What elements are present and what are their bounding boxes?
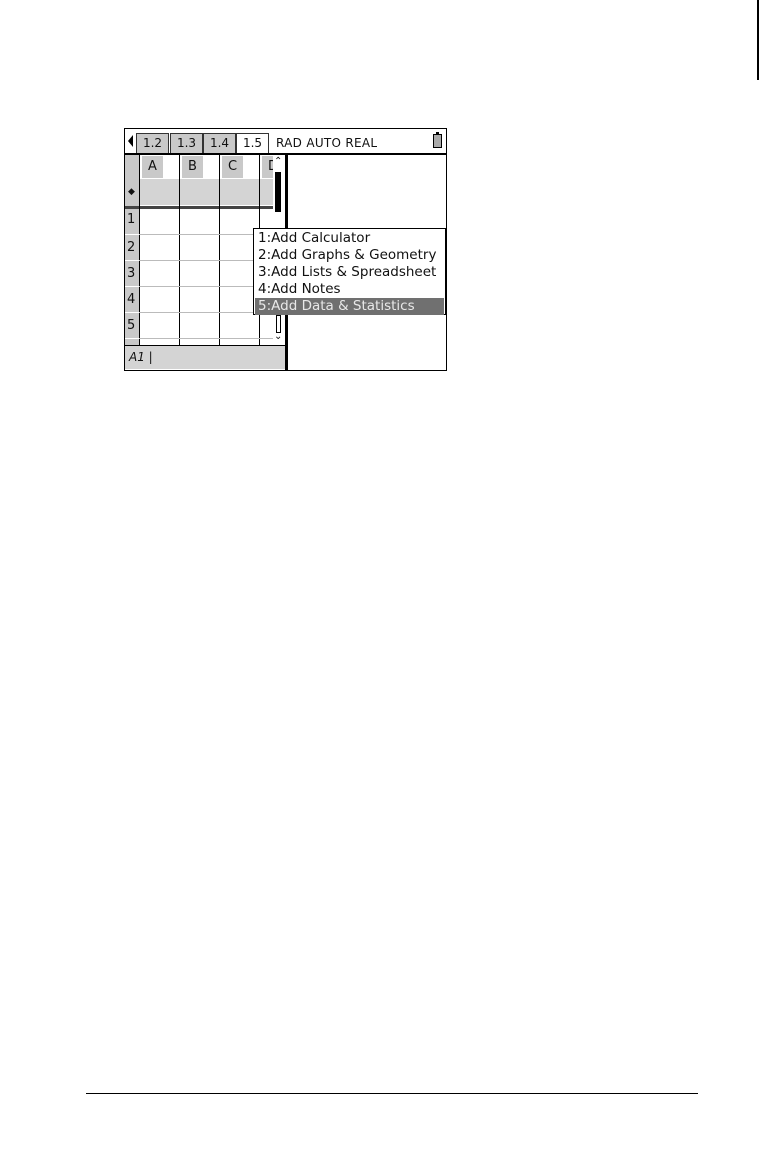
spreadsheet-grid: ◆ 1 2 3 4 5 A B C D: [125, 155, 273, 345]
menu-item-add-graphs-geometry[interactable]: 2:Add Graphs & Geometry: [255, 247, 444, 264]
column-header-d[interactable]: D: [262, 156, 273, 178]
menu-item-add-data-statistics[interactable]: 5:Add Data & Statistics: [255, 298, 444, 315]
cell-entry-line[interactable]: A1 |: [125, 345, 286, 369]
grid-line: [139, 155, 140, 345]
menu-item-add-notes[interactable]: 4:Add Notes: [255, 281, 444, 298]
column-header-a[interactable]: A: [142, 156, 163, 178]
tab-bar: 1.2 1.3 1.4 1.5 RAD AUTO REAL: [125, 129, 446, 153]
column-label-b: B: [182, 156, 203, 178]
row-header-5[interactable]: 5: [125, 313, 139, 338]
row-header-3[interactable]: 3: [125, 261, 139, 286]
tab-1-2[interactable]: 1.2: [136, 133, 169, 153]
calculator-screen: 1.2 1.3 1.4 1.5 RAD AUTO REAL ◆ 1 2 3 4 …: [124, 128, 447, 371]
page-margin-rule: [757, 0, 759, 80]
column-header-b[interactable]: B: [182, 156, 203, 178]
row-header-4[interactable]: 4: [125, 287, 139, 312]
formula-row-marker: ◆: [125, 179, 139, 206]
battery-icon: [433, 132, 442, 148]
menu-item-add-calculator[interactable]: 1:Add Calculator: [255, 230, 444, 247]
column-label-a: A: [142, 156, 163, 178]
column-header-c[interactable]: C: [222, 156, 244, 178]
scroll-down-icon[interactable]: ⌄: [274, 332, 282, 342]
column-label-d: D: [262, 156, 273, 178]
formula-separator: [125, 206, 273, 209]
scroll-thumb[interactable]: [275, 172, 281, 212]
column-label-c: C: [222, 156, 244, 178]
row-header-2[interactable]: 2: [125, 235, 139, 260]
scroll-up-icon[interactable]: ⌃: [274, 157, 282, 167]
tab-1-4[interactable]: 1.4: [203, 133, 236, 153]
formula-row[interactable]: [139, 179, 273, 205]
grid-line: [179, 155, 180, 345]
grid-line: [219, 155, 220, 345]
footer-rule: [86, 1093, 698, 1094]
tab-1-3[interactable]: 1.3: [170, 133, 203, 153]
menu-item-add-lists-spreadsheet[interactable]: 3:Add Lists & Spreadsheet: [255, 264, 444, 281]
mode-status: RAD AUTO REAL: [276, 136, 378, 150]
add-application-menu: 1:Add Calculator 2:Add Graphs & Geometry…: [253, 228, 446, 315]
tab-1-5[interactable]: 1.5: [236, 133, 269, 153]
row-header-1[interactable]: 1: [125, 209, 139, 234]
left-arrow-icon[interactable]: [128, 135, 133, 147]
grid-line: [139, 338, 273, 339]
corner-cell: [125, 155, 139, 179]
